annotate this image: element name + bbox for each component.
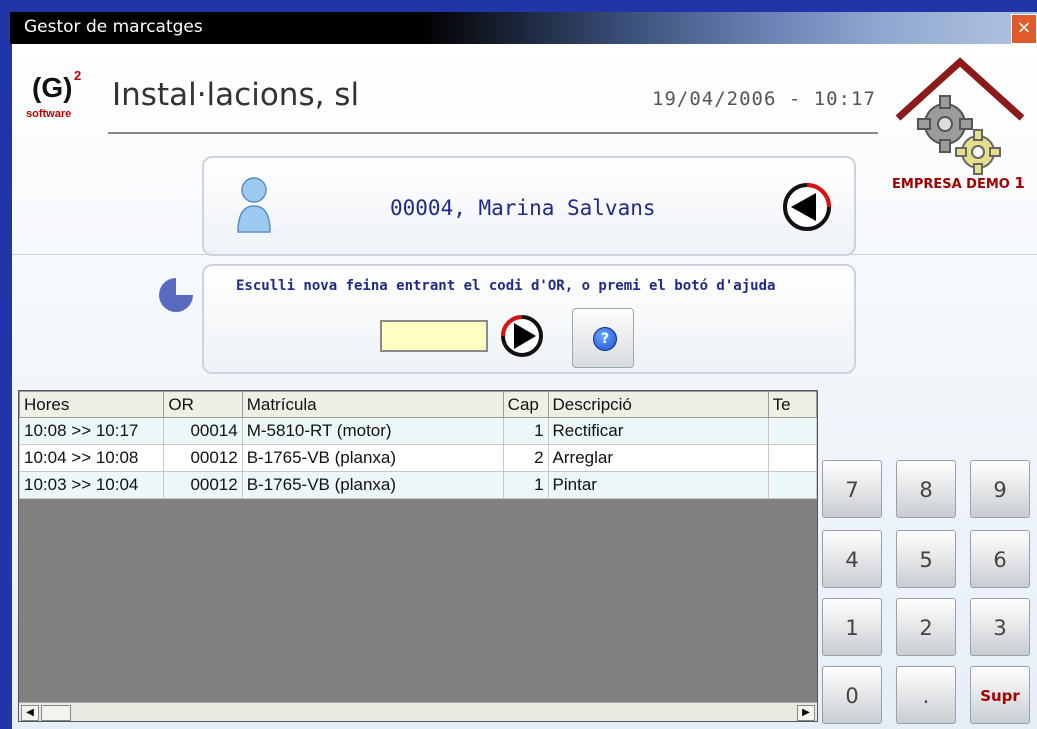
- scroll-left-button[interactable]: ◀: [21, 705, 39, 721]
- table-row[interactable]: 10:08 >> 10:17 00014 M-5810-RT (motor) 1…: [19, 417, 817, 445]
- key-4[interactable]: 4: [822, 530, 882, 588]
- client-area: (G) 2 software Instal·lacions, sl 19/04/…: [12, 44, 1037, 729]
- date-time: 19/04/2006 - 10:17: [652, 88, 876, 110]
- key-2[interactable]: 2: [896, 598, 956, 656]
- job-panel: Esculli nova feina entrant el codi d'OR,…: [202, 264, 856, 374]
- horizontal-scrollbar[interactable]: ◀ ▶: [19, 702, 817, 721]
- work-log-table: Hores OR Matrícula Cap Descripció Te 10:…: [19, 391, 817, 499]
- scroll-thumb[interactable]: [41, 705, 71, 721]
- employee-name: 00004, Marina Salvans: [390, 196, 656, 220]
- col-or[interactable]: OR: [163, 391, 243, 418]
- key-6[interactable]: 6: [970, 530, 1030, 588]
- go-button[interactable]: [500, 314, 544, 358]
- work-log-grid: Hores OR Matrícula Cap Descripció Te 10:…: [18, 390, 818, 722]
- key-1[interactable]: 1: [822, 598, 882, 656]
- key-7[interactable]: 7: [822, 460, 882, 518]
- close-icon: ×: [1016, 17, 1032, 38]
- col-matricula[interactable]: Matrícula: [241, 391, 504, 418]
- pie-clock-icon: [159, 278, 193, 312]
- key-9[interactable]: 9: [970, 460, 1030, 518]
- col-te[interactable]: Te: [767, 391, 817, 418]
- company-name: Instal·lacions, sl: [112, 77, 360, 113]
- scroll-right-button[interactable]: ▶: [797, 705, 815, 721]
- title-bar: Gestor de marcatges ×: [10, 12, 1037, 44]
- col-cap[interactable]: Cap: [502, 391, 549, 418]
- window-frame: Gestor de marcatges × (G) 2 software Ins…: [0, 0, 1037, 729]
- or-code-input[interactable]: [380, 320, 488, 352]
- table-row[interactable]: 10:04 >> 10:08 00012 B-1765-VB (planxa) …: [19, 444, 817, 472]
- brand-label: EMPRESA DEMO 1: [892, 174, 1025, 192]
- col-descripcio[interactable]: Descripció: [547, 391, 769, 418]
- col-hores[interactable]: Hores: [19, 391, 165, 418]
- instruction-text: Esculli nova feina entrant el codi d'OR,…: [236, 278, 776, 294]
- key-dot[interactable]: .: [896, 666, 956, 724]
- header-divider: [108, 132, 878, 134]
- software-logo: (G) 2 software: [26, 68, 82, 120]
- help-button[interactable]: ?: [572, 308, 634, 368]
- back-button[interactable]: [782, 182, 832, 232]
- user-icon: [237, 177, 271, 233]
- table-row[interactable]: 10:03 >> 10:04 00012 B-1765-VB (planxa) …: [19, 471, 817, 499]
- key-8[interactable]: 8: [896, 460, 956, 518]
- key-0[interactable]: 0: [822, 666, 882, 724]
- help-icon: ?: [593, 327, 617, 351]
- key-delete[interactable]: Supr: [970, 666, 1030, 724]
- key-5[interactable]: 5: [896, 530, 956, 588]
- close-button[interactable]: ×: [1011, 14, 1037, 44]
- key-3[interactable]: 3: [970, 598, 1030, 656]
- table-header: Hores OR Matrícula Cap Descripció Te: [19, 391, 817, 418]
- window-title: Gestor de marcatges: [24, 17, 203, 37]
- user-panel: 00004, Marina Salvans: [202, 156, 856, 256]
